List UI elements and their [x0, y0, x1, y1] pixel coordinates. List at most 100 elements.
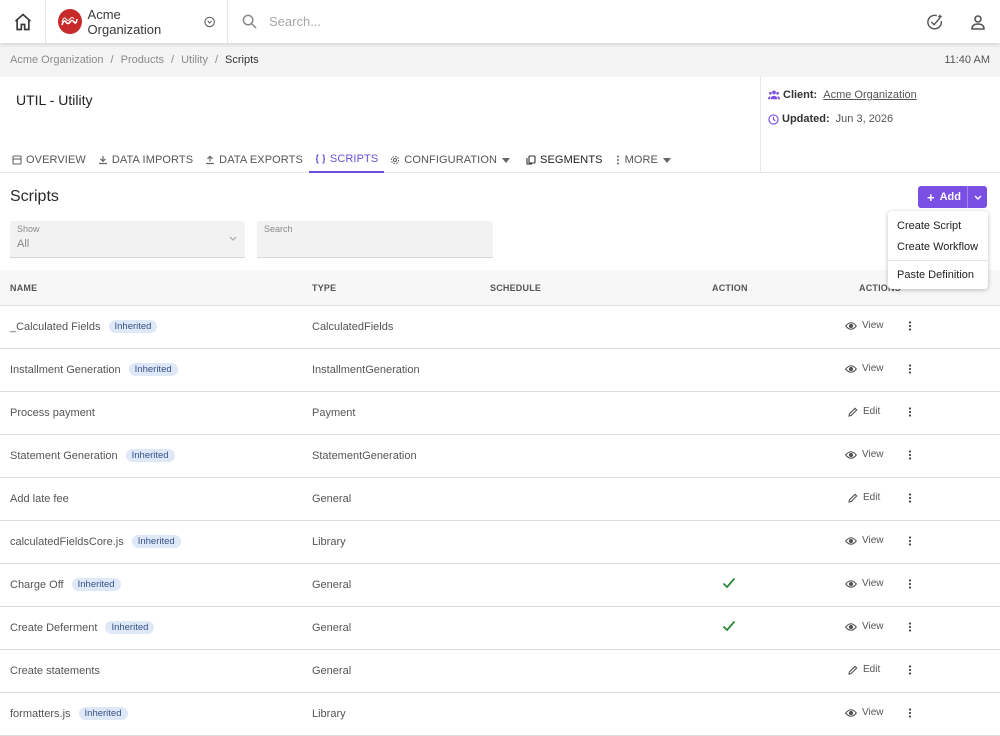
breadcrumb-separator: / [110, 54, 114, 66]
script-name[interactable]: _Calculated Fields [10, 321, 101, 333]
topbar-actions [926, 13, 1000, 31]
script-name[interactable]: Statement Generation [10, 450, 118, 462]
org-caret-icon [204, 16, 215, 27]
view-button[interactable]: View [845, 707, 884, 718]
row-menu-button[interactable] [908, 665, 912, 675]
inherited-badge: Inherited [78, 707, 128, 720]
product-tabs: OVERVIEW DATA IMPORTS DATA EXPORTS SCRIP… [6, 147, 681, 173]
search-field[interactable]: Search [257, 221, 493, 258]
script-type: General [312, 622, 352, 634]
edit-button[interactable]: Edit [848, 406, 880, 417]
eye-icon [845, 536, 857, 545]
chevron-down-icon[interactable] [974, 195, 982, 200]
script-name[interactable]: Create statements [10, 665, 100, 677]
view-button[interactable]: View [845, 621, 884, 632]
edit-button[interactable]: Edit [848, 492, 880, 503]
table-row[interactable]: Add late fee General Edit [0, 478, 1000, 521]
task-check-icon[interactable] [926, 13, 944, 31]
view-button[interactable]: View [845, 320, 884, 331]
row-action-label: View [862, 449, 884, 460]
tab-data-imports[interactable]: DATA IMPORTS [92, 147, 199, 173]
menu-item-create-workflow[interactable]: Create Workflow [888, 236, 988, 257]
tab-configuration[interactable]: CONFIGURATION [384, 147, 520, 173]
menu-item-create-script[interactable]: Create Script [888, 215, 988, 236]
row-menu-button[interactable] [908, 493, 912, 503]
column-schedule[interactable]: SCHEDULE [490, 283, 541, 293]
row-menu-button[interactable] [908, 407, 912, 417]
script-name[interactable]: calculatedFieldsCore.js [10, 536, 124, 548]
script-type: General [312, 579, 352, 591]
breadcrumb-separator: / [214, 54, 219, 66]
inherited-badge: Inherited [105, 621, 155, 634]
breadcrumb-utility[interactable]: Utility [181, 54, 208, 66]
row-menu-button[interactable] [908, 321, 912, 331]
row-menu-button[interactable] [908, 708, 912, 718]
table-row[interactable]: Create statements General Edit [0, 650, 1000, 693]
script-name-cell: formatters.js Inherited [10, 707, 128, 721]
tab-label: DATA EXPORTS [219, 154, 303, 166]
menu-item-paste-definition[interactable]: Paste Definition [888, 264, 988, 285]
script-name[interactable]: Create Deferment [10, 622, 97, 634]
row-menu-button[interactable] [908, 536, 912, 546]
script-type: CalculatedFields [312, 321, 394, 333]
table-row[interactable]: Installment Generation Inherited Installme… [0, 349, 1000, 392]
script-name[interactable]: Charge Off [10, 579, 64, 591]
edit-button[interactable]: Edit [848, 664, 880, 675]
table-row[interactable]: calculatedFieldsCore.js Inherited Library V… [0, 521, 1000, 564]
row-menu-button[interactable] [908, 364, 912, 374]
tab-segments[interactable]: SEGMENTS [520, 147, 609, 173]
view-button[interactable]: View [845, 449, 884, 460]
org-name: Acme Organization [87, 6, 162, 37]
view-button[interactable]: View [845, 363, 884, 374]
tab-scripts[interactable]: SCRIPTS [308, 147, 385, 173]
check-icon [722, 620, 736, 632]
table-row[interactable]: Statement Generation Inherited StatementGe… [0, 435, 1000, 478]
script-type: InstallmentGeneration [312, 364, 420, 376]
table-row[interactable]: formatters.js Inherited Library View [0, 693, 1000, 736]
script-name[interactable]: formatters.js [10, 708, 71, 720]
show-select[interactable]: Show All [10, 221, 245, 258]
view-button[interactable]: View [845, 578, 884, 589]
pencil-icon [848, 407, 858, 417]
updated-value: Jun 3, 2026 [835, 113, 894, 125]
script-name[interactable]: Add late fee [10, 493, 69, 505]
table-row[interactable]: Charge Off Inherited General View [0, 564, 1000, 607]
table-row[interactable]: Create Deferment Inherited General View [0, 607, 1000, 650]
script-name[interactable]: Process payment [10, 407, 95, 419]
tab-more[interactable]: MORE [609, 147, 681, 173]
section-title: Scripts [10, 188, 59, 205]
script-name[interactable]: Installment Generation [10, 364, 121, 376]
home-button[interactable] [0, 0, 46, 43]
column-type[interactable]: TYPE [312, 283, 336, 293]
tab-data-exports[interactable]: DATA EXPORTS [199, 147, 309, 173]
script-type: General [312, 493, 352, 505]
add-button-label: Add [939, 191, 961, 203]
table-row[interactable]: _Calculated Fields Inherited CalculatedFie… [0, 306, 1000, 349]
script-name-cell: Create statements [10, 665, 100, 677]
breadcrumb-products[interactable]: Products [121, 54, 164, 66]
eye-icon [845, 321, 857, 330]
view-button[interactable]: View [845, 535, 884, 546]
row-menu-button[interactable] [908, 622, 912, 632]
search-input[interactable]: Search... [269, 14, 321, 29]
column-name[interactable]: NAME [10, 283, 37, 293]
table-row[interactable]: Process payment Payment Edit [0, 392, 1000, 435]
breadcrumb-separator: / [171, 54, 175, 66]
org-switcher[interactable]: Acme Organization [46, 0, 228, 43]
client-link[interactable]: Acme Organization [823, 89, 917, 101]
add-button[interactable]: + Add [918, 186, 987, 208]
show-label: Show [17, 224, 40, 234]
inherited-badge: Inherited [128, 363, 178, 376]
action-check [722, 577, 736, 589]
user-icon[interactable] [970, 14, 986, 30]
row-menu-button[interactable] [908, 579, 912, 589]
breadcrumb: Acme Organization / Products / Utility /… [0, 43, 1000, 77]
global-search[interactable]: Search... [228, 0, 926, 43]
eye-icon [845, 364, 857, 373]
row-menu-button[interactable] [908, 450, 912, 460]
caret-down-icon [502, 157, 511, 163]
breadcrumb-org[interactable]: Acme Organization [10, 54, 104, 66]
tab-overview[interactable]: OVERVIEW [6, 147, 92, 173]
home-icon [14, 12, 31, 30]
column-action[interactable]: ACTION [712, 283, 748, 293]
